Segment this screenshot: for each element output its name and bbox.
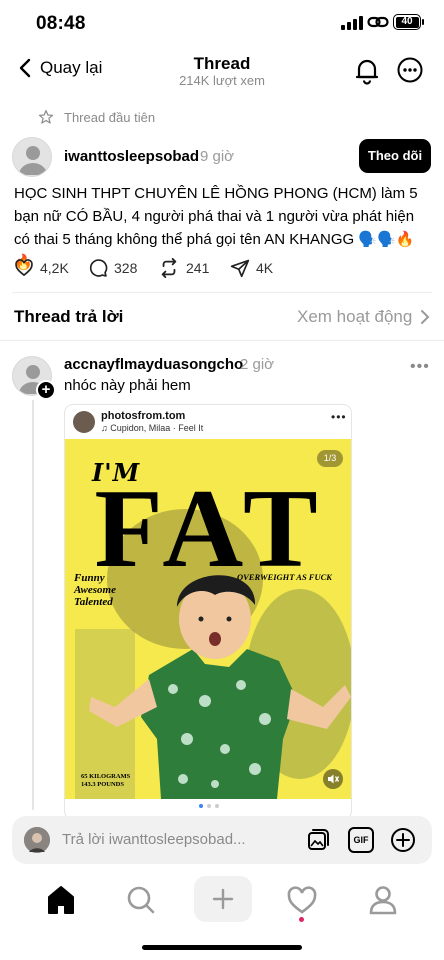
comment-button[interactable]: 328: [88, 258, 137, 278]
weight-line: 65 KILOGRAMS: [81, 773, 131, 780]
notification-dot: [299, 917, 304, 922]
embedded-music: ♫ Cupidon, Milaa · Feel It: [101, 423, 204, 433]
weight-line: 143.3 POUNDS: [81, 781, 124, 788]
tagline-line: Talented: [74, 596, 113, 608]
plus-icon: [212, 888, 234, 910]
divider: [12, 292, 432, 293]
comment-count: 328: [114, 260, 138, 276]
user-avatar: [24, 827, 50, 853]
reply-more-icon[interactable]: •••: [410, 358, 430, 376]
battery-cap: [422, 19, 424, 25]
poster-fat-text: FAT: [94, 467, 326, 591]
divider: [0, 340, 444, 341]
replies-title: Thread trả lời: [14, 307, 124, 326]
share-count: 4K: [256, 260, 274, 276]
status-bar: 08:48 40: [0, 0, 444, 48]
embedded-avatar: [73, 411, 95, 433]
star-icon: [38, 110, 54, 124]
carousel-dots: [199, 804, 219, 808]
add-circle-icon[interactable]: [390, 827, 416, 853]
send-icon: [230, 259, 250, 278]
poster-overweight-text: OVERWEIGHT AS FUCK: [237, 572, 332, 582]
carousel-pager: 1/3: [317, 450, 343, 467]
reply-bar[interactable]: Trả lời iwanttosleepsobad... GIF: [12, 816, 432, 864]
first-thread-label: Thread đầu tiên: [38, 109, 155, 125]
bell-icon[interactable]: [353, 57, 381, 85]
carousel-dot: [215, 804, 219, 808]
signal-icon: [341, 16, 363, 30]
post-username[interactable]: iwanttosleepsobad: [64, 148, 199, 165]
bottom-nav: [0, 870, 444, 930]
avatar[interactable]: [12, 137, 52, 177]
tagline-line: Funny: [74, 572, 105, 584]
more-options-icon[interactable]: [397, 57, 423, 83]
tagline-line: Awesome: [74, 584, 116, 596]
search-icon[interactable]: [121, 880, 161, 920]
follow-button[interactable]: Theo dõi: [359, 139, 431, 173]
heart-icon: [15, 259, 33, 277]
embedded-username: photosfrom.tom: [101, 410, 186, 422]
gallery-icon[interactable]: [304, 827, 330, 853]
repost-count: 241: [186, 260, 210, 276]
gif-icon[interactable]: GIF: [348, 827, 374, 853]
home-icon[interactable]: [41, 880, 81, 920]
header: Quay lại Thread 214K lượt xem: [0, 48, 444, 96]
first-thread-text: Thread đầu tiên: [64, 109, 156, 125]
link-icon: [367, 16, 389, 28]
repost-icon: [161, 258, 177, 278]
poster-image[interactable]: I'M FAT 1/3 Funny Awesome Talented OVERW…: [65, 439, 351, 799]
thread-line: [32, 400, 34, 810]
view-activity-label: Xem hoạt động: [297, 307, 413, 326]
mute-icon[interactable]: [323, 769, 343, 789]
follow-plus-icon[interactable]: +: [36, 380, 56, 400]
reply-input[interactable]: Trả lời iwanttosleepsobad...: [62, 831, 246, 848]
poster-weight: 65 KILOGRAMS 143.3 POUNDS: [81, 773, 130, 789]
post-actions: 4,2K 328 241 4K: [14, 258, 314, 280]
share-button[interactable]: 4K: [230, 258, 273, 278]
reply-username[interactable]: accnayflmayduasongcho: [64, 356, 243, 373]
battery-icon: 40: [393, 14, 421, 30]
poster-tagline: Funny Awesome Talented: [74, 572, 116, 608]
profile-icon[interactable]: [363, 880, 403, 920]
create-button[interactable]: [194, 876, 252, 922]
view-activity-link[interactable]: Xem hoạt động: [297, 307, 430, 327]
like-count: 4,2K: [40, 260, 69, 276]
carousel-dot: [199, 804, 203, 808]
home-indicator: [142, 945, 302, 950]
embedded-post-card[interactable]: photosfrom.tom ♫ Cupidon, Milaa · Feel I…: [64, 404, 352, 820]
status-time: 08:48: [36, 13, 86, 34]
embedded-post-header: photosfrom.tom ♫ Cupidon, Milaa · Feel I…: [65, 405, 351, 439]
reply-time: 2 giờ: [240, 356, 275, 373]
reply-text: nhóc này phải hem: [64, 377, 191, 394]
music-label: Cupidon, Milaa · Feel It: [110, 423, 204, 433]
carousel-dot: [207, 804, 211, 808]
embedded-more-icon[interactable]: •••: [331, 410, 347, 424]
repost-button[interactable]: 241: [158, 258, 209, 278]
chevron-right-icon: [421, 310, 430, 324]
battery-level: 40: [395, 16, 419, 28]
post-time: 9 giờ: [200, 148, 235, 165]
activity-heart-icon[interactable]: [282, 880, 322, 920]
like-button[interactable]: 4,2K: [14, 258, 69, 278]
comment-icon: [89, 259, 108, 277]
